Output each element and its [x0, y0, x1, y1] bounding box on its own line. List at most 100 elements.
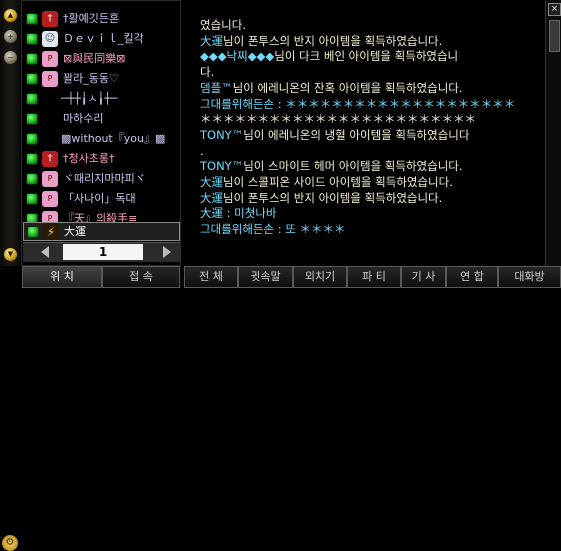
friend-name: 꽐라_동동♡: [63, 72, 119, 85]
chat-line: 大運 : 미쳣나바: [200, 206, 545, 222]
chat-message: : 또 ＊＊＊＊: [274, 222, 346, 237]
chat-line: 그대를위해든손 : ＊＊＊＊＊＊＊＊＊＊＊＊＊＊＊＊＊＊＊＊: [200, 97, 545, 113]
class-icon: P: [42, 71, 58, 87]
chat-line: 大運님이 폰투스의 반지 아이템을 획득하였습니다.: [200, 191, 545, 207]
chat-speaker[interactable]: ◆◆◆낙찌◆◆◆: [200, 49, 274, 63]
tab-whisper[interactable]: 귓속말: [238, 266, 293, 288]
close-icon[interactable]: ×: [548, 3, 561, 16]
chat-message: : ＊＊＊＊＊＊＊＊＊＊＊＊＊＊＊＊＊＊＊＊: [274, 96, 516, 111]
chat-speaker[interactable]: 大運: [200, 206, 223, 220]
chat-speaker[interactable]: 大運: [200, 175, 223, 189]
scroll-thumb[interactable]: [549, 20, 560, 52]
online-status-icon: [26, 53, 38, 65]
friend-row[interactable]: 마하수리: [23, 110, 180, 129]
online-status-icon: [26, 73, 38, 85]
friend-name: ─┼┼╽ㅅ╽┼─: [61, 92, 118, 105]
class-icon: †: [42, 151, 58, 167]
chat-line: 다.: [200, 65, 545, 81]
left-control-rail: ▲ + − ▼: [0, 0, 20, 266]
tab-connection[interactable]: 접 속: [102, 266, 180, 288]
chat-message: 님이 에레니온의 잔혹 아이템을 획득하였습니다.: [232, 80, 463, 95]
chat-log: 였습니다. 大運님이 폰투스의 반지 아이템을 획득하였습니다. ◆◆◆낙찌◆◆◆님…: [200, 18, 545, 238]
rail-add-icon[interactable]: +: [4, 30, 17, 43]
chat-line: 뎀플™님이 에레니온의 잔혹 아이템을 획득하였습니다.: [200, 81, 545, 97]
friend-name: ヾ때리지마마피ヾ: [63, 172, 146, 185]
rail-scroll-down-icon[interactable]: ▼: [4, 248, 17, 261]
chat-message: 님이 스콜피온 사이드 아이템을 획득하였습니다.: [223, 175, 453, 190]
friend-row[interactable]: ☺ Ｄｅｖｉｌ_킬각: [23, 30, 180, 49]
rail-scroll-up-icon[interactable]: ▲: [4, 9, 17, 22]
tab-chatroom[interactable]: 대화방: [498, 266, 561, 288]
friend-list: † †활예깃든혼 ☺ Ｄｅｖｉｌ_킬각 P ⊠與民同樂⊠ P 꽐라_동동♡ ─┼…: [21, 0, 181, 266]
chat-speaker[interactable]: 大運: [200, 191, 223, 205]
page-number: 1: [63, 244, 143, 260]
online-status-icon: [26, 33, 38, 45]
friend-row[interactable]: ─┼┼╽ㅅ╽┼─: [23, 90, 180, 109]
chat-line: ＊＊＊＊＊＊＊＊＊＊＊＊＊＊＊＊＊＊＊＊＊＊＊＊: [200, 112, 545, 128]
chat-line: 였습니다.: [200, 18, 545, 34]
chat-line: TONY™님이 에레니온의 냉혈 아이템을 획득하였습니다: [200, 128, 545, 144]
chat-scrollbar[interactable]: ×: [545, 0, 561, 266]
chat-message: : 미쳣나바: [223, 206, 277, 221]
online-status-icon: [27, 226, 39, 238]
chat-speaker[interactable]: 그대를위해든손: [200, 97, 274, 111]
friend-row[interactable]: † †청사초롱†: [23, 150, 180, 169]
tab-knights[interactable]: 기 사: [401, 266, 446, 288]
tab-location[interactable]: 위 치: [22, 266, 102, 288]
chat-line: ◆◆◆낙찌◆◆◆님이 다크 베인 아이템을 획득하였습니: [200, 49, 545, 65]
settings-gear-icon[interactable]: ⚙: [2, 535, 18, 551]
friend-name: 「사나이」독대: [63, 192, 136, 205]
tab-alliance[interactable]: 연 합: [446, 266, 498, 288]
chat-line: .: [200, 144, 545, 160]
online-status-icon: [26, 13, 38, 25]
online-status-icon: [26, 93, 38, 105]
online-status-icon: [26, 133, 38, 145]
friend-name: †청사초롱†: [63, 152, 115, 165]
tab-all[interactable]: 전 체: [184, 266, 238, 288]
friend-name: 마하수리: [63, 112, 104, 125]
class-icon: †: [42, 11, 58, 27]
chat-speaker[interactable]: TONY™: [200, 128, 243, 142]
chat-line: 大運님이 스콜피온 사이드 아이템을 획득하였습니다.: [200, 175, 545, 191]
friend-row[interactable]: P ⊠與民同樂⊠: [23, 50, 180, 69]
online-status-icon: [26, 193, 38, 205]
next-page-icon[interactable]: [163, 246, 171, 258]
friend-row[interactable]: ▩without『you』▩: [23, 130, 180, 149]
chat-speaker[interactable]: 大運: [200, 34, 223, 48]
class-icon: P: [42, 171, 58, 187]
friend-list-pager: 1: [23, 242, 180, 262]
chat-line: 그대를위해든손 : 또 ＊＊＊＊: [200, 222, 545, 238]
chat-speaker[interactable]: 그대를위해든손: [200, 222, 274, 236]
online-status-icon: [26, 153, 38, 165]
chat-speaker[interactable]: TONY™: [200, 159, 243, 173]
tab-party[interactable]: 파 티: [347, 266, 401, 288]
class-icon: ⚡: [43, 224, 59, 240]
friend-row[interactable]: P ヾ때리지마마피ヾ: [23, 170, 180, 189]
friend-name: 大運: [64, 225, 86, 238]
chat-message: 님이 스마이트 헤머 아이템을 획득하였습니다.: [243, 159, 463, 174]
friend-row[interactable]: P 꽐라_동동♡: [23, 70, 180, 89]
chat-message: ＊＊＊＊＊＊＊＊＊＊＊＊＊＊＊＊＊＊＊＊＊＊＊＊: [200, 112, 476, 127]
tab-shout[interactable]: 외치기: [293, 266, 347, 288]
chat-message: 님이 폰투스의 반지 아이템을 획득하였습니다.: [223, 190, 443, 205]
online-status-icon: [26, 173, 38, 185]
chat-message: 였습니다.: [200, 18, 246, 32]
game-chat-window: ▲ + − ▼ † †활예깃든혼 ☺ Ｄｅｖｉｌ_킬각 P ⊠與民同樂⊠ P 꽐…: [0, 0, 561, 551]
chat-message: 님이 다크 베인 아이템을 획득하였습니: [274, 49, 459, 64]
friend-name: †활예깃든혼: [63, 12, 120, 25]
chat-speaker[interactable]: 뎀플™: [200, 81, 233, 95]
friend-name: ▩without『you』▩: [61, 132, 166, 145]
friend-name: Ｄｅｖｉｌ_킬각: [63, 32, 144, 45]
chat-message: 님이 에레니온의 냉혈 아이템을 획득하였습니다: [243, 127, 470, 142]
friend-row[interactable]: P 「사나이」독대: [23, 190, 180, 209]
chat-line: 大運님이 폰투스의 반지 아이템을 획득하였습니다.: [200, 34, 545, 50]
chat-tab-bar: ⚙ 위 치 접 속 전 체 귓속말 외치기 파 티 기 사 연 합 대화방: [0, 266, 561, 551]
online-status-icon: [26, 113, 38, 125]
friend-row[interactable]: † †활예깃든혼: [23, 10, 180, 29]
prev-page-icon[interactable]: [41, 246, 49, 258]
friend-row-selected[interactable]: ⚡ 大運: [23, 222, 180, 241]
rail-remove-icon[interactable]: −: [4, 51, 17, 64]
class-icon: P: [42, 191, 58, 207]
friend-name: ⊠與民同樂⊠: [63, 52, 126, 65]
chat-message: .: [200, 143, 204, 158]
